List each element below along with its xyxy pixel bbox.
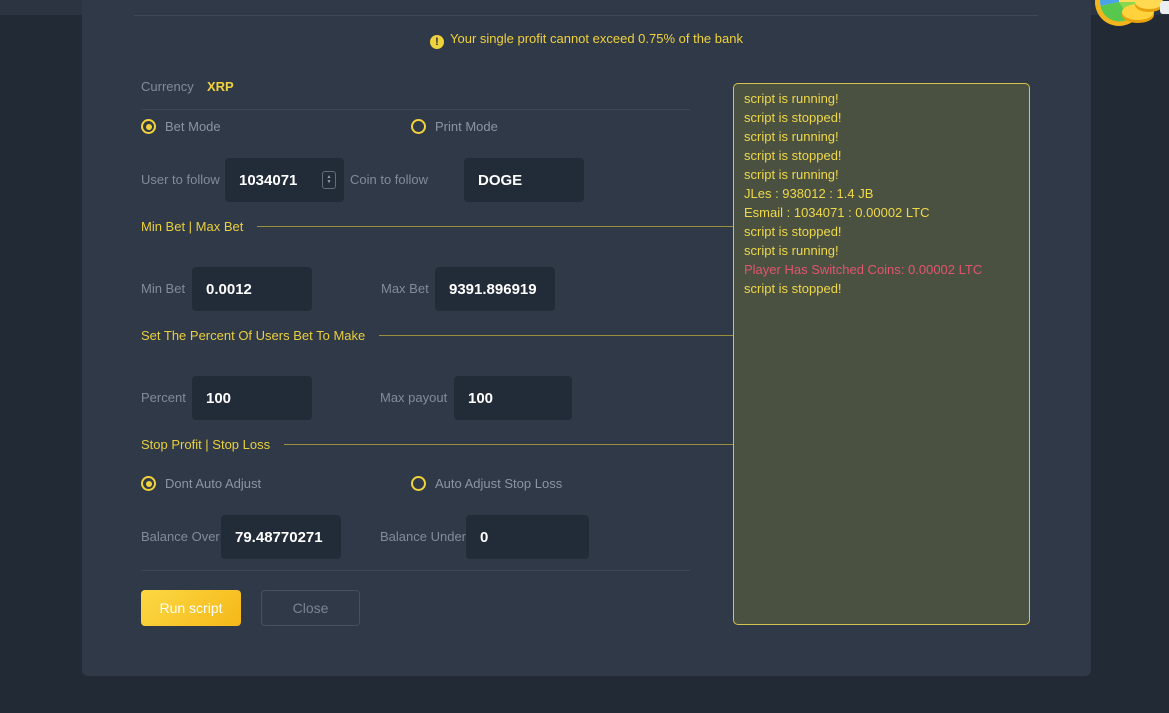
log-line: Player Has Switched Coins: 0.00002 LTC (744, 260, 1019, 279)
log-line: script is running! (744, 127, 1019, 146)
currency-label: Currency (141, 79, 194, 94)
section-percent-title: Set The Percent Of Users Bet To Make (141, 328, 365, 343)
log-line: script is stopped! (744, 222, 1019, 241)
warning-text: Your single profit cannot exceed 0.75% o… (450, 31, 743, 46)
bet-mode-radio[interactable]: Bet Mode (141, 119, 221, 134)
log-panel[interactable]: script is running!script is stopped!scri… (733, 83, 1030, 625)
max-payout-label: Max payout (380, 376, 447, 420)
log-line: script is running! (744, 241, 1019, 260)
max-bet-input[interactable] (435, 267, 555, 311)
coin-to-follow-input[interactable] (464, 158, 584, 202)
balance-under-label: Balance Under (380, 515, 466, 559)
print-mode-label: Print Mode (435, 119, 498, 134)
section-percent: Set The Percent Of Users Bet To Make (141, 328, 749, 343)
close-button[interactable]: Close (261, 590, 360, 626)
divider (141, 570, 690, 571)
radio-icon (141, 119, 156, 134)
script-settings-modal: ! Your single profit cannot exceed 0.75% … (82, 0, 1091, 676)
auto-adjust-stop-loss-radio[interactable]: Auto Adjust Stop Loss (411, 476, 562, 491)
percent-input[interactable] (192, 376, 312, 420)
coin-to-follow-label: Coin to follow (350, 158, 428, 202)
log-line: script is stopped! (744, 108, 1019, 127)
log-line: script is running! (744, 165, 1019, 184)
print-mode-radio[interactable]: Print Mode (411, 119, 498, 134)
balance-over-input[interactable] (221, 515, 341, 559)
log-line: Esmail : 1034071 : 0.00002 LTC (744, 203, 1019, 222)
balance-under-input[interactable] (466, 515, 589, 559)
section-stop-title: Stop Profit | Stop Loss (141, 437, 270, 452)
percent-label: Percent (141, 376, 186, 420)
section-rule (379, 335, 749, 336)
min-bet-input[interactable] (192, 267, 312, 311)
radio-icon (411, 119, 426, 134)
user-to-follow-wrap: ▲▼ (225, 158, 344, 202)
log-line: JLes : 938012 : 1.4 JB (744, 184, 1019, 203)
section-minmax-title: Min Bet | Max Bet (141, 219, 243, 234)
min-bet-label: Min Bet (141, 267, 185, 311)
bank-limit-warning: ! Your single profit cannot exceed 0.75% … (82, 31, 1091, 49)
run-script-button[interactable]: Run script (141, 590, 241, 626)
section-rule (257, 226, 749, 227)
number-spinner-icon[interactable]: ▲▼ (322, 171, 336, 189)
max-bet-label: Max Bet (381, 267, 429, 311)
bet-mode-label: Bet Mode (165, 119, 221, 134)
exclamation-circle-icon: ! (430, 35, 444, 49)
log-line: script is stopped! (744, 146, 1019, 165)
log-line: script is running! (744, 89, 1019, 108)
radio-icon (141, 476, 156, 491)
edge-widget-fragment[interactable] (1160, 1, 1169, 14)
divider (141, 109, 690, 110)
section-rule (284, 444, 749, 445)
rewards-coin-icon[interactable] (1094, 0, 1164, 37)
balance-over-label: Balance Over (141, 515, 220, 559)
currency-value[interactable]: XRP (207, 79, 234, 94)
auto-adjust-stop-loss-label: Auto Adjust Stop Loss (435, 476, 562, 491)
section-minmax: Min Bet | Max Bet (141, 219, 749, 234)
log-line: script is stopped! (744, 279, 1019, 298)
radio-icon (411, 476, 426, 491)
user-to-follow-label: User to follow (141, 158, 220, 202)
dont-auto-adjust-radio[interactable]: Dont Auto Adjust (141, 476, 261, 491)
dont-auto-adjust-label: Dont Auto Adjust (165, 476, 261, 491)
max-payout-input[interactable] (454, 376, 572, 420)
top-divider (134, 15, 1038, 16)
section-stop: Stop Profit | Stop Loss (141, 437, 749, 452)
